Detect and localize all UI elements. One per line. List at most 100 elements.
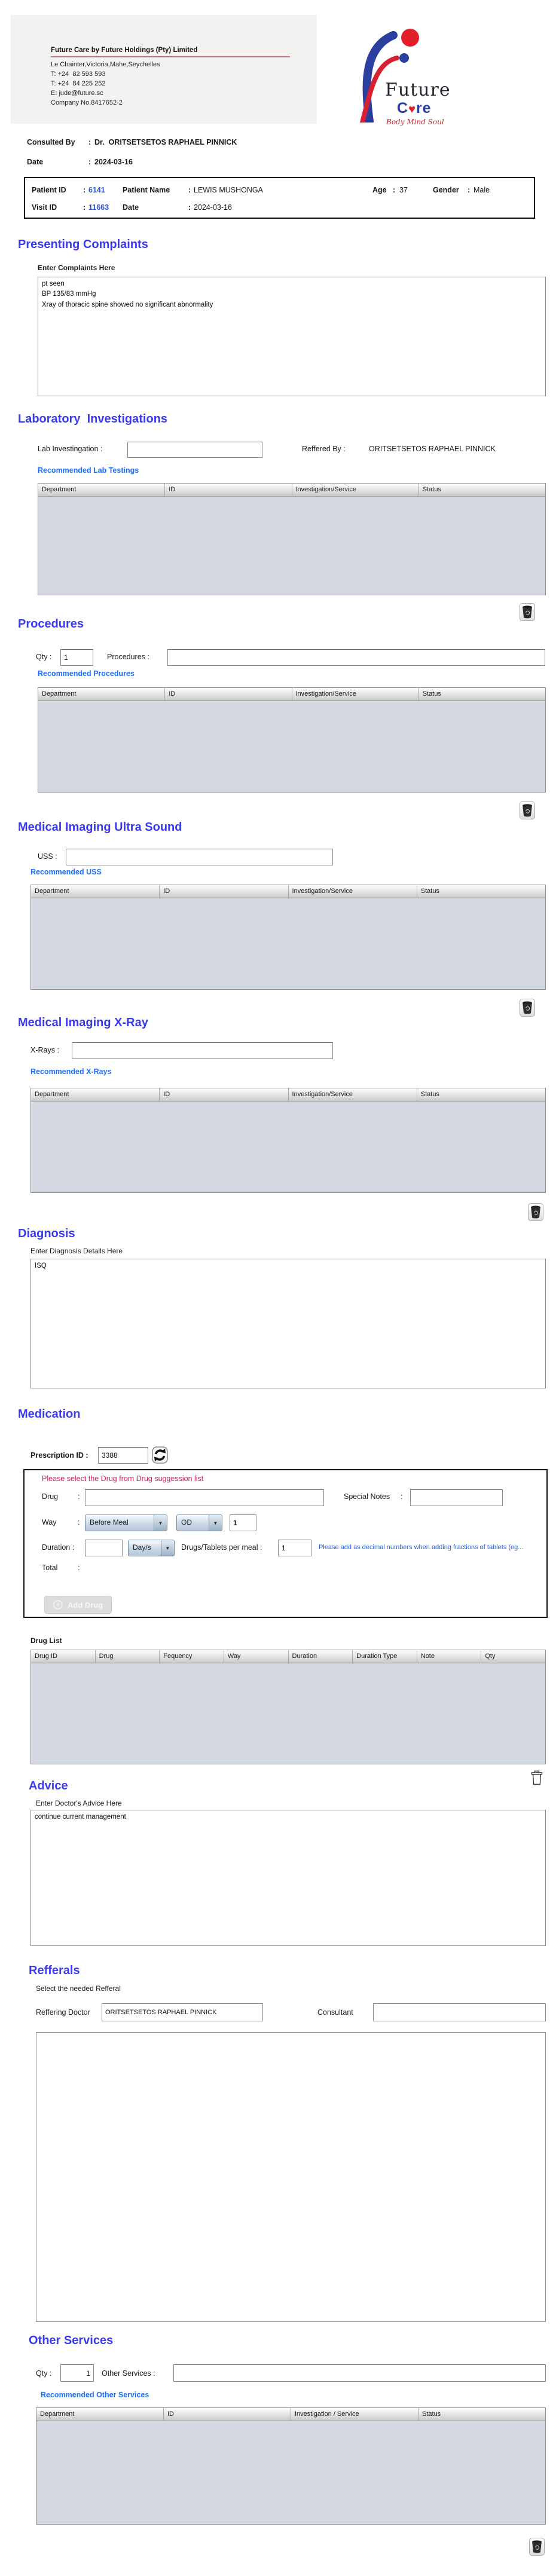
xray-input[interactable] [72, 1042, 333, 1059]
other-services-input[interactable] [173, 2364, 546, 2382]
column-header-status: Status [420, 1091, 439, 1098]
colon: : [401, 1492, 403, 1501]
procedures-qty-label: Qty : [36, 653, 52, 661]
procedures-table-body[interactable] [38, 701, 545, 792]
duration-type-dropdown[interactable]: Day/s ▼ [128, 1540, 175, 1556]
clear-lab-table-button[interactable] [520, 603, 535, 621]
complaints-textarea[interactable]: pt seen BP 135/83 mmHg Xray of thoracic … [38, 277, 546, 396]
clear-uss-table-button[interactable] [520, 999, 535, 1017]
lab-table-body[interactable] [38, 497, 545, 595]
drug-list-table: Drug ID Drug Fequency Way Duration Durat… [30, 1650, 546, 1764]
consulted-by-colon: : [88, 138, 91, 146]
uss-input[interactable] [66, 849, 333, 865]
recommended-xray-link[interactable]: Recommended X-Rays [30, 1067, 111, 1076]
clear-other-services-table-button[interactable] [529, 2538, 545, 2556]
recommended-lab-testings-link[interactable]: Recommended Lab Testings [38, 466, 139, 475]
special-notes-input[interactable] [410, 1489, 503, 1506]
refresh-prescription-button[interactable] [152, 1446, 168, 1464]
uss-table: Department ID Investigation/Service Stat… [30, 885, 546, 990]
trash-icon [523, 1001, 532, 1014]
diagnosis-textarea[interactable]: ISQ [30, 1259, 546, 1388]
chevron-down-icon: ▼ [209, 1515, 222, 1531]
drug-input[interactable] [85, 1489, 324, 1506]
heart-icon: ♥ [408, 103, 416, 116]
company-phone-2: T: +24 84 225 252 [51, 80, 106, 87]
column-header-investigation: Investigation / Service [291, 2408, 418, 2421]
special-notes-label: Special Notes [344, 1492, 390, 1501]
column-header-status: Status [422, 690, 441, 697]
column-header-department: Department [38, 484, 166, 496]
recommended-procedures-link[interactable]: Recommended Procedures [38, 669, 135, 678]
company-phone-1: T: +24 82 593 593 [51, 71, 106, 78]
patient-id-label: Patient ID [32, 186, 66, 194]
refresh-icon [152, 1446, 168, 1464]
column-header-duration-type: Duration Type [353, 1650, 417, 1663]
drug-list-label: Drug List [30, 1636, 62, 1645]
uss-label: USS : [38, 852, 57, 861]
column-header-id: ID [164, 2408, 291, 2421]
column-header-department: Department [38, 688, 166, 700]
add-drug-button[interactable]: + Add Drug [44, 1596, 112, 1614]
consultant-input[interactable] [373, 2003, 546, 2021]
uss-table-body[interactable] [31, 898, 545, 989]
column-header-investigation: Investigation/Service [289, 1088, 417, 1101]
duration-label: Duration : [42, 1543, 75, 1552]
total-label: Total [42, 1564, 58, 1572]
other-services-qty-input[interactable] [60, 2364, 94, 2382]
presenting-complaints-title: Presenting Complaints [18, 238, 148, 251]
referring-doctor-label: Reffering Doctor [36, 2008, 90, 2017]
recommended-other-services-link[interactable]: Recommended Other Services [41, 2391, 149, 2399]
column-header-way: Way [224, 1650, 289, 1663]
referred-by-label: Reffered By : [302, 445, 346, 453]
frequency-dropdown[interactable]: OD ▼ [176, 1515, 222, 1531]
clear-drug-list-button[interactable] [529, 1769, 545, 1787]
xray-table-body[interactable] [31, 1102, 545, 1192]
lab-investigation-input[interactable] [127, 442, 262, 458]
consult-date-label: Date [27, 158, 44, 166]
column-header-id: ID [160, 885, 289, 898]
xray-title: Medical Imaging X-Ray [18, 1016, 148, 1029]
patient-name-label: Patient Name [123, 186, 170, 194]
meal-timing-dropdown[interactable]: Before Meal ▼ [85, 1515, 167, 1531]
table-header: Department ID Investigation/Service Stat… [38, 688, 545, 701]
prescription-id-input[interactable] [98, 1447, 148, 1464]
column-header-department: Department [31, 1088, 160, 1101]
table-header: Drug ID Drug Fequency Way Duration Durat… [31, 1650, 545, 1663]
clear-procedures-table-button[interactable] [520, 801, 535, 819]
referrals-listbox[interactable] [36, 2032, 546, 2322]
drug-warning-text: Please select the Drug from Drug suggess… [42, 1474, 204, 1483]
complaints-label: Enter Complaints Here [38, 264, 115, 272]
colon: : [78, 1518, 80, 1526]
diagnosis-label: Enter Diagnosis Details Here [30, 1247, 123, 1255]
other-services-label: Other Services : [102, 2369, 155, 2378]
table-header: Department ID Investigation/Service Stat… [38, 484, 545, 497]
colon: : [393, 186, 396, 194]
diagnosis-title: Diagnosis [18, 1227, 75, 1240]
column-header-qty: Qty [485, 1653, 496, 1660]
age-label: Age [372, 186, 387, 194]
colon: : [78, 1564, 80, 1572]
clear-xray-table-button[interactable] [528, 1203, 543, 1221]
procedures-table: Department ID Investigation/Service Stat… [38, 687, 546, 793]
logo-wordmark-care: C♥re [397, 100, 432, 117]
referrals-title: Refferals [29, 1964, 80, 1977]
procedures-label: Procedures : [107, 653, 149, 661]
procedures-input[interactable] [167, 649, 545, 666]
referring-doctor-input[interactable] [102, 2003, 263, 2021]
colon: : [83, 203, 86, 212]
company-number: Company No.8417652-2 [51, 99, 123, 106]
trash-icon [531, 1206, 540, 1219]
drug-list-table-body[interactable] [31, 1663, 545, 1764]
trash-outline-icon [531, 1770, 543, 1785]
column-header-status: Status [420, 888, 439, 895]
way-qty-input[interactable] [230, 1515, 256, 1531]
duration-input[interactable] [85, 1540, 123, 1556]
lab-results-table: Department ID Investigation/Service Stat… [38, 483, 546, 595]
recommended-uss-link[interactable]: Recommended USS [30, 868, 102, 876]
per-meal-input[interactable] [278, 1540, 311, 1556]
advice-textarea[interactable]: continue current management [30, 1810, 546, 1946]
procedures-qty-input[interactable] [60, 649, 93, 666]
other-services-table-body[interactable] [36, 2421, 545, 2524]
column-header-department: Department [36, 2408, 164, 2421]
column-header-id: ID [165, 688, 292, 700]
